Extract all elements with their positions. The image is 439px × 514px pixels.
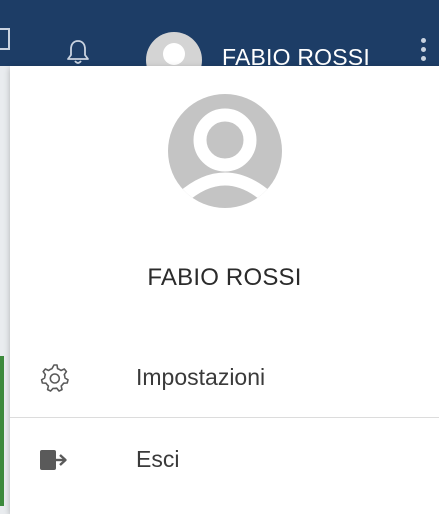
sidebar-accent (0, 356, 4, 506)
logout-icon (40, 450, 67, 470)
partial-icon[interactable] (0, 28, 10, 50)
menu-item-label: Impostazioni (136, 364, 266, 390)
background-sidebar (0, 66, 10, 514)
menu-item-logout[interactable]: Esci (10, 420, 439, 500)
more-options-icon[interactable] (418, 38, 428, 66)
gear-icon (40, 364, 69, 392)
menu-divider (10, 417, 439, 418)
app-window: FABIO ROSSI FABIO ROSSI Impostazioni Esc… (0, 0, 439, 514)
menu-item-settings[interactable]: Impostazioni (10, 338, 439, 418)
menu-item-label: Esci (136, 446, 180, 472)
bell-icon[interactable] (64, 38, 92, 66)
top-navigation-bar: FABIO ROSSI (0, 0, 439, 88)
profile-avatar (168, 94, 282, 208)
avatar-icon (177, 108, 273, 203)
user-dropdown-menu: FABIO ROSSI Impostazioni Esci (10, 66, 439, 514)
profile-name: FABIO ROSSI (147, 264, 302, 291)
